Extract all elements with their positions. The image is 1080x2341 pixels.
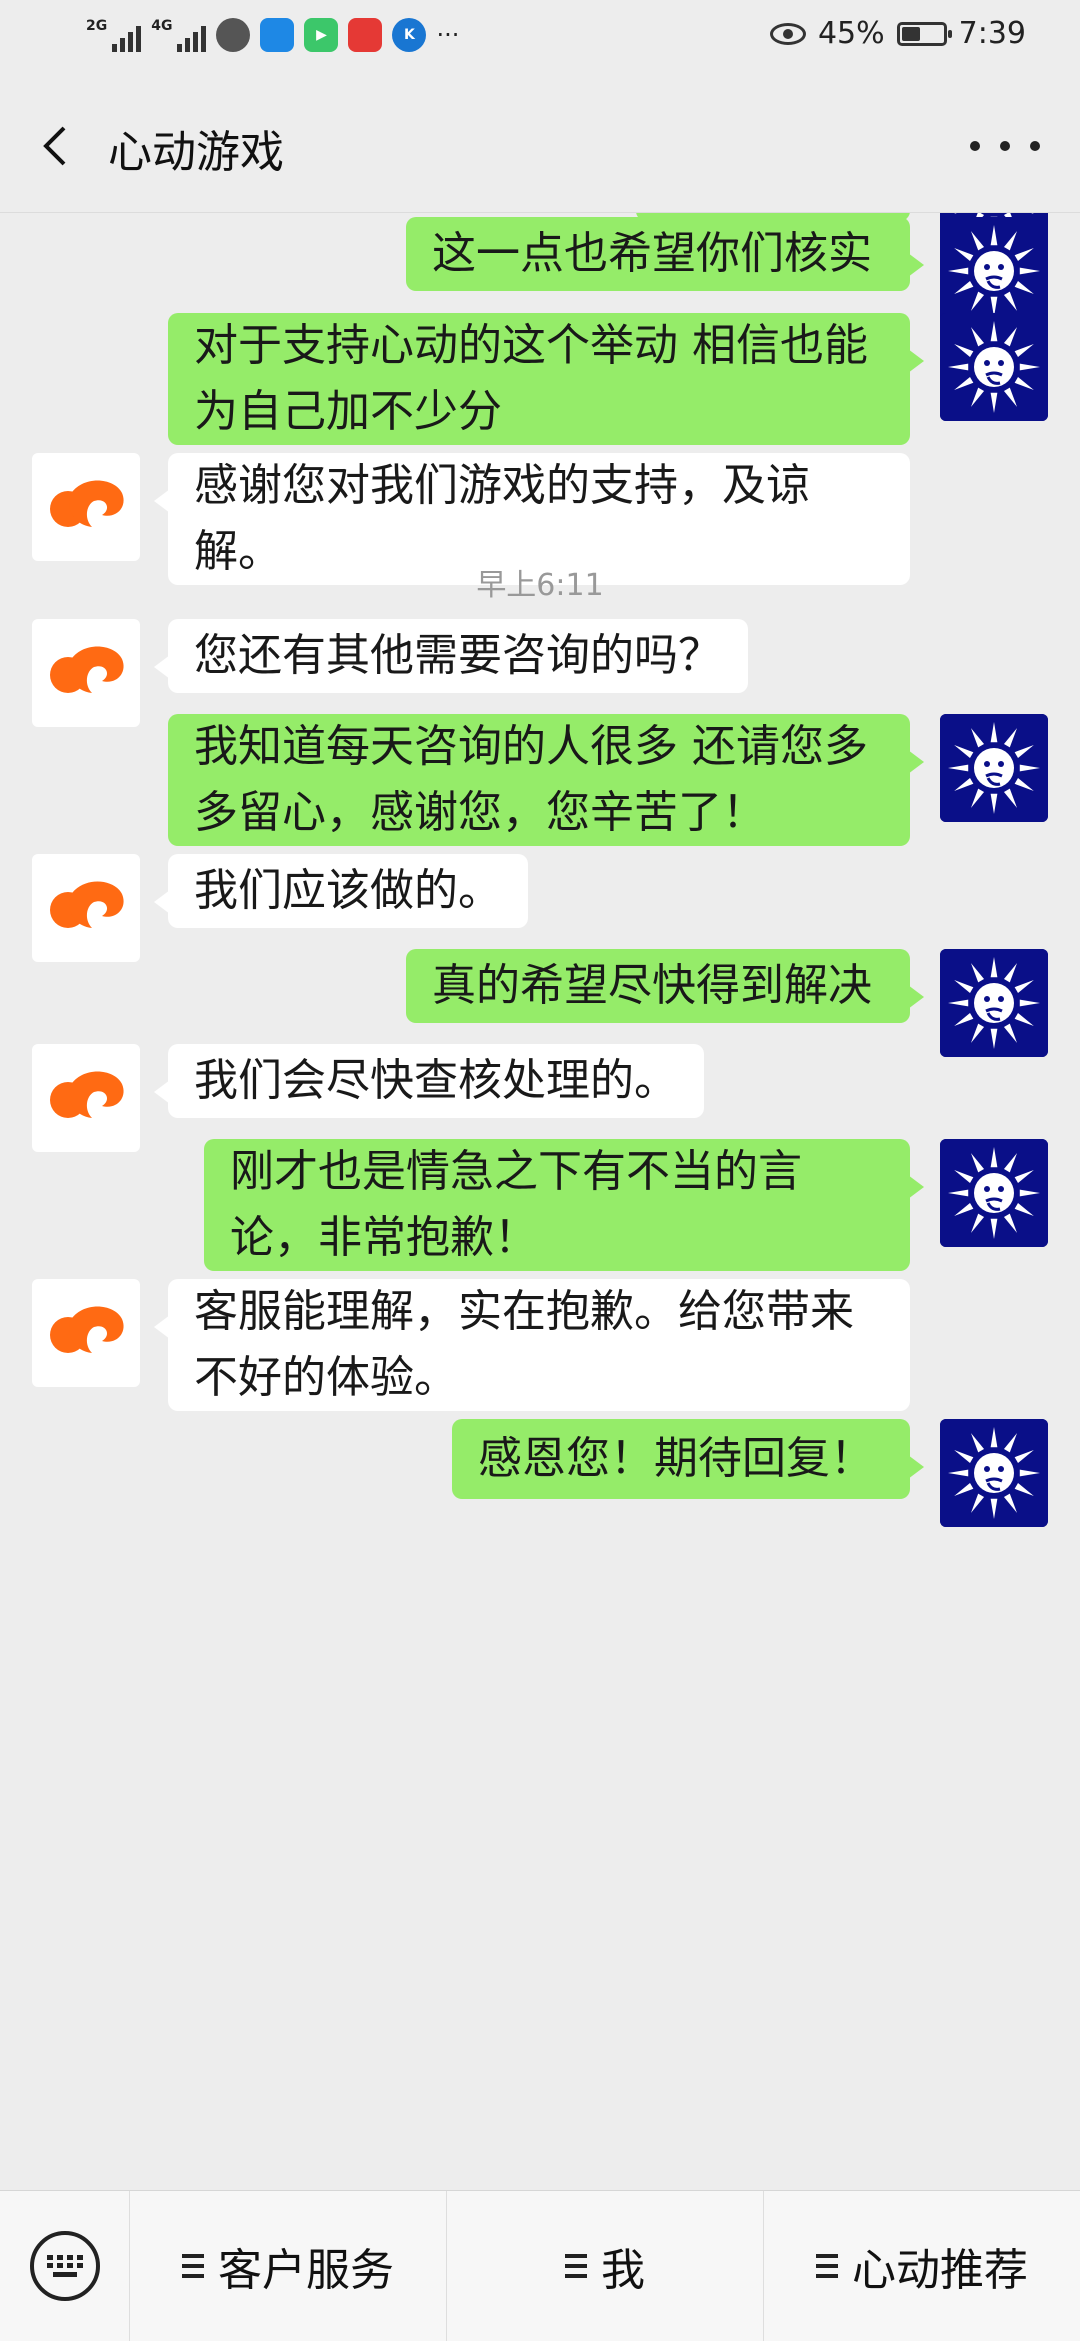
menu-label: 客户服务: [218, 2245, 394, 2296]
status-left: 2G 4G ▶ K ···: [86, 18, 459, 52]
eye-comfort-icon: [769, 22, 806, 45]
sun-avatar-icon: [940, 1419, 1048, 1527]
message-text: 我知道每天咨询的人很多 还请您多多留心，感谢您，您辛苦了！: [194, 721, 868, 838]
contact-avatar[interactable]: [32, 854, 140, 962]
battery-icon: [896, 21, 952, 46]
my-avatar[interactable]: [940, 1419, 1048, 1527]
outgoing-message-bubble[interactable]: 刚才也是情急之下有不当的言论，非常抱歉！: [204, 1139, 924, 1271]
sohu-video-icon: [348, 18, 383, 52]
message-text: 这一点也希望你们核实: [432, 228, 872, 279]
message-text: 感恩您！期待回复！: [478, 1433, 874, 1484]
signal-2g-icon: 2G: [86, 18, 142, 52]
my-avatar[interactable]: [940, 714, 1048, 822]
chat-title: 心动游戏: [108, 127, 284, 178]
contact-avatar[interactable]: [32, 619, 140, 727]
xd-logo-icon: [50, 480, 124, 527]
incoming-message-bubble[interactable]: 您还有其他需要咨询的吗？: [154, 619, 748, 693]
contact-avatar[interactable]: [32, 1044, 140, 1152]
menu-list-icon: [182, 2254, 204, 2278]
xd-logo-icon: [50, 1306, 124, 1353]
sun-avatar-icon: [940, 1139, 1048, 1247]
timestamp-divider: 早上6:11: [476, 568, 604, 603]
sun-avatar-icon: [940, 949, 1048, 1057]
message-list[interactable]: 我老婆买的 这一点也希望你们核实 对于支持心动的这个举动 相信也能为自己加不少分…: [0, 213, 1080, 2190]
outgoing-message-bubble[interactable]: 我知道每天咨询的人很多 还请您多多留心，感谢您，您辛苦了！: [168, 714, 924, 846]
xd-logo-icon: [50, 646, 124, 693]
chat-header: 心动游戏: [0, 80, 1080, 213]
message-text: 您还有其他需要咨询的吗？: [194, 630, 722, 681]
clock: 7:39: [958, 16, 1026, 51]
menu-label: 心动推荐: [852, 2245, 1028, 2296]
menu-label: 我: [601, 2245, 645, 2296]
keyboard-icon: [29, 2231, 100, 2301]
battery-percent: 45%: [817, 16, 885, 51]
message-text: 我们应该做的。: [194, 865, 502, 916]
outgoing-message-bubble[interactable]: 真的希望尽快得到解决: [406, 949, 924, 1023]
menu-customer-service[interactable]: 客户服务: [130, 2191, 447, 2341]
message-text: 对于支持心动的这个举动 相信也能为自己加不少分: [194, 320, 868, 437]
bottom-menu-bar: 客户服务 我 心动推荐: [0, 2190, 1080, 2341]
browser-icon: [260, 18, 295, 52]
outgoing-message-bubble[interactable]: 感恩您！期待回复！: [452, 1419, 924, 1499]
battery-fill: [901, 26, 920, 41]
outgoing-message-bubble[interactable]: 这一点也希望你们核实: [406, 217, 924, 291]
menu-recommend[interactable]: 心动推荐: [764, 2191, 1080, 2341]
signal-label: 4G: [151, 18, 173, 34]
back-arrow-icon[interactable]: [34, 122, 82, 170]
kugou-icon: K: [392, 18, 427, 52]
sun-avatar-icon: [940, 217, 1048, 325]
menu-list-icon: [565, 2254, 587, 2278]
outgoing-message-bubble[interactable]: 对于支持心动的这个举动 相信也能为自己加不少分: [168, 313, 924, 445]
signal-label: 2G: [86, 18, 108, 34]
more-notifications: ···: [436, 21, 460, 49]
status-right: 45% 7:39: [769, 16, 1026, 51]
more-options-icon[interactable]: [970, 126, 1040, 166]
xd-logo-icon: [50, 881, 124, 928]
sun-avatar-icon: [940, 714, 1048, 822]
status-bar: 2G 4G ▶ K ··· 45% 7:39: [0, 0, 1080, 80]
message-text: 真的希望尽快得到解决: [432, 960, 872, 1011]
keyboard-toggle-button[interactable]: [0, 2191, 130, 2341]
xd-logo-icon: [50, 1071, 124, 1118]
contact-avatar[interactable]: [32, 1279, 140, 1387]
message-text: 客服能理解，实在抱歉。给您带来不好的体验。: [194, 1286, 854, 1403]
contact-avatar[interactable]: [32, 453, 140, 561]
my-avatar[interactable]: [940, 217, 1048, 325]
message-text: 我们会尽快查核处理的。: [194, 1055, 678, 1106]
sun-avatar-icon: [940, 313, 1048, 421]
menu-list-icon: [816, 2254, 838, 2278]
my-avatar[interactable]: [940, 949, 1048, 1057]
my-avatar[interactable]: [940, 1139, 1048, 1247]
message-text: 刚才也是情急之下有不当的言论，非常抱歉！: [230, 1146, 802, 1263]
my-avatar[interactable]: [940, 313, 1048, 421]
message-icon: [216, 18, 251, 52]
menu-me[interactable]: 我: [447, 2191, 764, 2341]
incoming-message-bubble[interactable]: 我们应该做的。: [154, 854, 528, 928]
video-icon: ▶: [304, 18, 339, 52]
signal-4g-icon: 4G: [151, 18, 207, 52]
incoming-message-bubble[interactable]: 我们会尽快查核处理的。: [154, 1044, 704, 1118]
incoming-message-bubble[interactable]: 客服能理解，实在抱歉。给您带来不好的体验。: [154, 1279, 910, 1411]
